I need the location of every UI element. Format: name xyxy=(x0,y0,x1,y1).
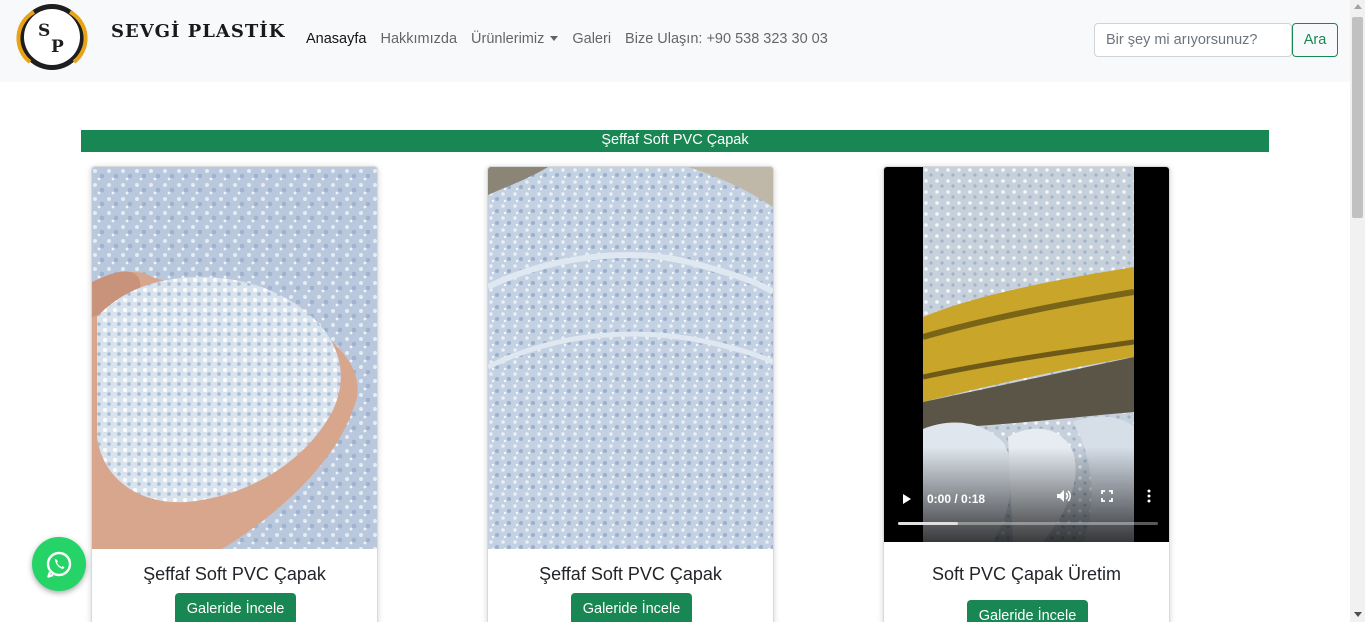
volume-icon[interactable] xyxy=(1056,489,1072,506)
video-time: 0:00 / 0:18 xyxy=(927,492,986,506)
product-video-card: 0:00 / 0:18 Soft PVC Çapak Üretim Galeri… xyxy=(883,166,1170,622)
brand-name[interactable]: SEVGİ PLASTİK xyxy=(111,21,285,42)
nav-gallery[interactable]: Galeri xyxy=(572,31,611,47)
whatsapp-button[interactable] xyxy=(32,537,86,591)
svg-text:P: P xyxy=(51,37,64,57)
search-input[interactable] xyxy=(1094,23,1292,57)
scroll-thumb[interactable] xyxy=(1352,17,1363,218)
play-icon[interactable] xyxy=(903,494,911,504)
fullscreen-icon[interactable] xyxy=(1100,489,1114,506)
scroll-down-arrow-icon[interactable] xyxy=(1354,612,1362,617)
navbar: S P SEVGİ PLASTİK Anasayfa Hakkımızda Ür… xyxy=(0,0,1350,82)
svg-text:S: S xyxy=(38,21,50,41)
chevron-down-icon xyxy=(550,36,559,41)
product-image[interactable] xyxy=(92,167,377,549)
section-title: Şeffaf Soft PVC Çapak xyxy=(81,130,1269,152)
video-progress-fill xyxy=(898,522,958,525)
brand-logo[interactable]: S P xyxy=(12,4,92,70)
more-options-icon[interactable] xyxy=(1146,489,1152,506)
product-image[interactable] xyxy=(488,167,773,549)
card-title: Şeffaf Soft PVC Çapak xyxy=(539,564,722,584)
card-title: Soft PVC Çapak Üretim xyxy=(931,564,1122,584)
page-scrollbar[interactable] xyxy=(1350,0,1365,622)
scroll-up-arrow-icon[interactable] xyxy=(1354,4,1362,9)
card-title: Şeffaf Soft PVC Çapak xyxy=(143,564,326,584)
nav-contact[interactable]: Bize Ulaşın: +90 538 323 30 03 xyxy=(625,31,828,47)
nav-about[interactable]: Hakkımızda xyxy=(380,31,457,47)
video-player[interactable]: 0:00 / 0:18 xyxy=(884,167,1169,542)
gallery-view-button[interactable]: Galeride İncele xyxy=(571,593,692,622)
search-button[interactable]: Ara xyxy=(1292,23,1338,57)
video-progress-bar[interactable] xyxy=(898,522,1158,525)
gallery-view-button[interactable]: Galeride İncele xyxy=(175,593,296,622)
nav-products-dropdown[interactable]: Ürünlerimiz xyxy=(471,31,559,47)
product-card: Şeffaf Soft PVC Çapak Galeride İncele xyxy=(487,166,774,622)
nav-products-label: Ürünlerimiz xyxy=(471,31,545,47)
main-nav: Anasayfa Hakkımızda Ürünlerimiz Galeri B… xyxy=(306,31,842,47)
nav-home[interactable]: Anasayfa xyxy=(306,31,366,47)
whatsapp-icon xyxy=(46,551,72,578)
product-card: Şeffaf Soft PVC Çapak Galeride İncele xyxy=(91,166,378,622)
gallery-view-button[interactable]: Galeride İncele xyxy=(967,600,1088,622)
